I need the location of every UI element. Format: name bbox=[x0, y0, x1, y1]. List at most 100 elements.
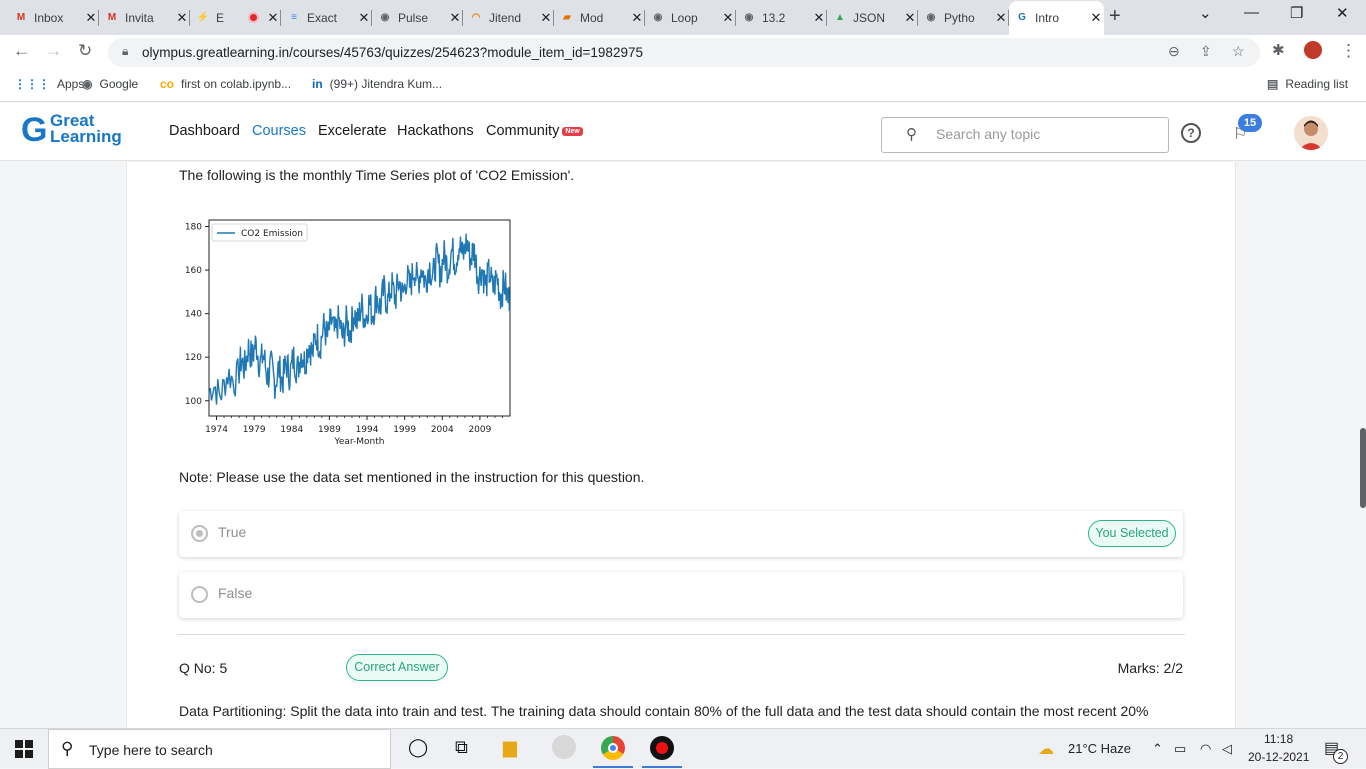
search-input[interactable] bbox=[936, 126, 1161, 142]
minimize-button[interactable]: — bbox=[1244, 4, 1259, 21]
option-true[interactable]: True You Selected bbox=[179, 511, 1183, 557]
browser-tab-title: JSON bbox=[853, 10, 886, 25]
help-icon[interactable]: ? bbox=[1181, 123, 1201, 143]
browser-tab[interactable]: ◉ Pytho ✕ bbox=[918, 6, 1009, 29]
y-tick-label: 120 bbox=[185, 353, 202, 363]
browser-tab[interactable]: ▰ Mod ✕ bbox=[554, 6, 645, 29]
bookmark-star-icon[interactable]: ☆ bbox=[1232, 43, 1245, 60]
browser-tab[interactable]: ▲ JSON ✕ bbox=[827, 6, 918, 29]
bookmark-item[interactable]: ◉ Google bbox=[82, 77, 138, 91]
close-tab-icon[interactable]: ✕ bbox=[811, 10, 827, 26]
chrome-taskbar-icon[interactable] bbox=[601, 736, 625, 760]
logo-text-bottom: Learning bbox=[50, 127, 122, 146]
option-true-radio[interactable] bbox=[191, 525, 208, 542]
clock-date[interactable]: 20-12-2021 bbox=[1248, 750, 1309, 764]
browser-tab-title: Exact bbox=[307, 10, 338, 25]
globe-icon: ◉ bbox=[380, 11, 390, 23]
user-avatar[interactable] bbox=[1294, 116, 1328, 150]
profile-avatar[interactable] bbox=[1304, 41, 1322, 59]
browser-tab-title: Pytho bbox=[944, 10, 975, 25]
battery-icon[interactable]: ▭ bbox=[1174, 741, 1186, 757]
nav-hackathons[interactable]: Hackathons bbox=[397, 123, 474, 139]
browser-tab[interactable]: G Intro ✕ bbox=[1009, 1, 1104, 35]
tab-search-icon[interactable]: ⌄ bbox=[1199, 4, 1212, 22]
nav-dashboard[interactable]: Dashboard bbox=[169, 123, 240, 139]
close-tab-icon[interactable]: ✕ bbox=[265, 10, 281, 26]
globe-icon: ◉ bbox=[653, 11, 663, 23]
option-false-radio[interactable] bbox=[191, 586, 208, 603]
x-axis-label: Year-Month bbox=[334, 437, 385, 447]
greatlearning-icon: G bbox=[1018, 12, 1026, 23]
linkedin-icon: in bbox=[312, 77, 323, 91]
bookmark-item[interactable]: co first on colab.ipynb... bbox=[160, 77, 291, 91]
url-text[interactable]: olympus.greatlearning.in/courses/45763/q… bbox=[142, 45, 643, 60]
reading-list-icon: ▤ bbox=[1267, 77, 1279, 91]
reload-icon[interactable]: ↻ bbox=[78, 41, 92, 61]
x-tick-label: 1984 bbox=[280, 425, 303, 435]
close-tab-icon[interactable]: ✕ bbox=[993, 10, 1009, 26]
close-window-button[interactable]: ✕ bbox=[1336, 4, 1349, 22]
cortana-icon[interactable]: ◯ bbox=[408, 737, 428, 758]
close-tab-icon[interactable]: ✕ bbox=[902, 10, 918, 26]
browser-tab-title: E bbox=[216, 10, 225, 25]
forward-icon[interactable]: → bbox=[45, 41, 62, 61]
reading-list-button[interactable]: ▤ Reading list bbox=[1267, 77, 1348, 91]
topic-search[interactable]: ⚲ bbox=[881, 117, 1169, 153]
browser-toolbar: ← → ↻ 🔒︎ olympus.greatlearning.in/course… bbox=[0, 35, 1366, 69]
close-tab-icon[interactable]: ✕ bbox=[174, 10, 190, 26]
address-bar[interactable]: 🔒︎ olympus.greatlearning.in/courses/4576… bbox=[108, 38, 1260, 67]
taskbar-search[interactable]: ⚲ Type here to search bbox=[48, 729, 391, 769]
task-view-icon[interactable]: ⧉ bbox=[455, 737, 468, 758]
chrome-menu-icon[interactable]: ⋮ bbox=[1340, 41, 1357, 61]
extensions-icon[interactable]: ✱ bbox=[1272, 41, 1285, 59]
browser-tab-title: Loop bbox=[671, 10, 698, 25]
zoom-icon[interactable]: ⊖ bbox=[1168, 43, 1180, 60]
tray-chevron-icon[interactable]: ⌃ bbox=[1152, 741, 1163, 757]
browser-tab[interactable]: M Inbox ✕ bbox=[8, 6, 99, 29]
recording-icon bbox=[248, 12, 259, 23]
weather-text[interactable]: 21°C Haze bbox=[1068, 741, 1131, 756]
hp-icon[interactable] bbox=[552, 735, 576, 759]
back-icon[interactable]: ← bbox=[13, 41, 30, 61]
windows-start-icon[interactable] bbox=[15, 740, 33, 758]
maximize-button[interactable]: ❐ bbox=[1290, 4, 1303, 22]
close-tab-icon[interactable]: ✕ bbox=[83, 10, 99, 26]
bookmark-item[interactable]: ⋮⋮⋮ Apps bbox=[14, 77, 84, 91]
browser-tab[interactable]: ◠ Jitend ✕ bbox=[463, 6, 554, 29]
clock-time[interactable]: 11:18 bbox=[1264, 732, 1293, 746]
share-icon[interactable]: ⇪ bbox=[1200, 43, 1212, 60]
bookmark-item[interactable]: in (99+) Jitendra Kum... bbox=[312, 77, 442, 91]
lock-icon: 🔒︎ bbox=[122, 44, 129, 58]
co2-line-chart: 100 120 140 160 180 1974 1979 1984 1989 1994 1999 2… bbox=[185, 219, 511, 447]
question-number: Q No: 5 bbox=[179, 660, 228, 676]
nav-community[interactable]: Community New bbox=[486, 123, 583, 139]
browser-tab[interactable]: ≡ Exact ✕ bbox=[281, 6, 372, 29]
close-tab-icon[interactable]: ✕ bbox=[356, 10, 372, 26]
browser-tab[interactable]: M Invita ✕ bbox=[99, 6, 190, 29]
volume-icon[interactable]: ◁ bbox=[1222, 741, 1232, 757]
file-explorer-icon[interactable]: ▆ bbox=[503, 737, 517, 758]
x-tick-label: 1974 bbox=[205, 425, 228, 435]
nav-excelerate[interactable]: Excelerate bbox=[318, 123, 387, 139]
gmail-icon: M bbox=[107, 11, 117, 23]
question-note: Note: Please use the data set mentioned … bbox=[179, 469, 645, 485]
browser-tab[interactable]: ⚡ E ✕ bbox=[190, 6, 281, 29]
browser-tab-title: Jitend bbox=[489, 10, 522, 25]
page-scrollbar[interactable] bbox=[1360, 428, 1366, 508]
close-tab-icon[interactable]: ✕ bbox=[720, 10, 736, 26]
browser-tab[interactable]: ◉ 13.2 ✕ bbox=[736, 6, 827, 29]
browser-tab-title: 13.2 bbox=[762, 10, 786, 25]
close-tab-icon[interactable]: ✕ bbox=[538, 10, 554, 26]
browser-tab[interactable]: ◉ Pulse ✕ bbox=[372, 6, 463, 29]
close-tab-icon[interactable]: ✕ bbox=[1088, 10, 1104, 26]
close-tab-icon[interactable]: ✕ bbox=[447, 10, 463, 26]
option-false-label: False bbox=[218, 585, 253, 601]
browser-tab[interactable]: ◉ Loop ✕ bbox=[645, 6, 736, 29]
option-false[interactable]: False bbox=[179, 572, 1183, 618]
close-tab-icon[interactable]: ✕ bbox=[629, 10, 645, 26]
nav-courses[interactable]: Courses bbox=[252, 123, 306, 139]
reading-list-label: Reading list bbox=[1285, 77, 1349, 91]
recorder-icon[interactable] bbox=[650, 736, 674, 760]
new-tab-button[interactable]: + bbox=[1109, 5, 1121, 28]
wifi-icon[interactable]: ◠ bbox=[1200, 741, 1211, 757]
